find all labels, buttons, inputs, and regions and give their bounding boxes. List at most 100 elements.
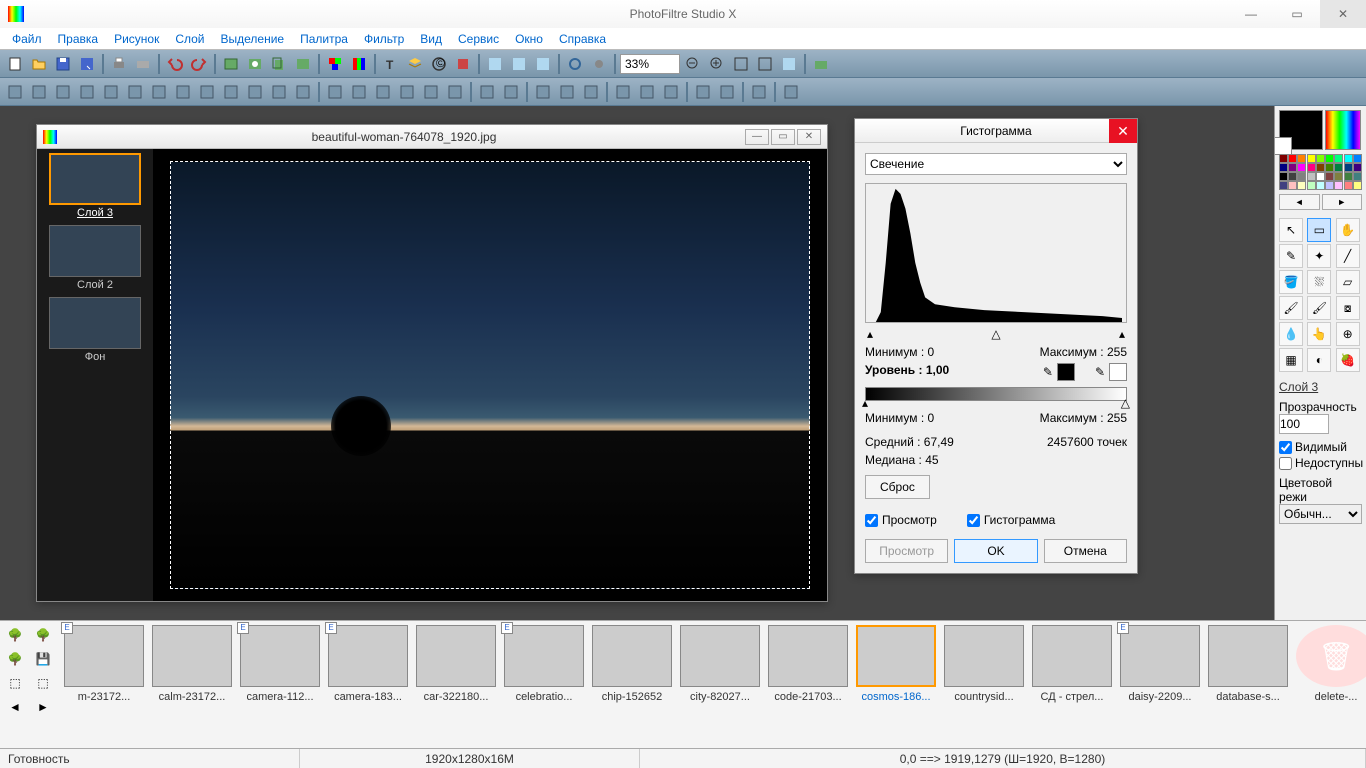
wand-tool[interactable]: ✦: [1307, 244, 1331, 268]
zoom-input[interactable]: [620, 54, 680, 74]
line-tool[interactable]: ╱: [1336, 244, 1360, 268]
manager-button[interactable]: [810, 53, 832, 75]
gamma-minus-button[interactable]: [52, 81, 74, 103]
grid-button[interactable]: [324, 81, 346, 103]
filmstrip-item[interactable]: code-21703...: [768, 625, 848, 744]
canvas-size-button[interactable]: [244, 53, 266, 75]
fs-tool-folder-icon[interactable]: 🌳: [32, 625, 54, 645]
minimize-button[interactable]: —: [1228, 0, 1274, 28]
layer-thumb[interactable]: Слой 2: [41, 225, 149, 291]
hist-minus-button[interactable]: [148, 81, 170, 103]
eyedropper-tool[interactable]: ✎: [1279, 244, 1303, 268]
blur-tool[interactable]: 💧: [1279, 322, 1303, 346]
drop-button[interactable]: [532, 81, 554, 103]
palette-swatch[interactable]: [1353, 154, 1362, 163]
locked-checkbox[interactable]: Недоступны: [1279, 456, 1362, 470]
filmstrip-item[interactable]: calm-23172...: [152, 625, 232, 744]
filmstrip-item[interactable]: chip-152652: [592, 625, 672, 744]
fs-tool-refresh-icon[interactable]: 🌳: [4, 649, 26, 669]
rgb-button[interactable]: [324, 53, 346, 75]
image-size-button[interactable]: [220, 53, 242, 75]
fs-tool-select-icon[interactable]: ⬚: [4, 673, 26, 693]
menu-сервис[interactable]: Сервис: [450, 32, 507, 46]
palette-swatch[interactable]: [1325, 172, 1334, 181]
palette-swatch[interactable]: [1288, 154, 1297, 163]
histogram-close-button[interactable]: ✕: [1109, 119, 1137, 143]
zoom-fit-button[interactable]: [730, 53, 752, 75]
menu-вид[interactable]: Вид: [412, 32, 450, 46]
emboss2-button[interactable]: [580, 81, 602, 103]
filmstrip-item[interactable]: Edaisy-2209...: [1120, 625, 1200, 744]
brush-tool[interactable]: 🖌: [1279, 296, 1303, 320]
gray-button[interactable]: [196, 81, 218, 103]
settings-button[interactable]: [588, 53, 610, 75]
preview-button[interactable]: Просмотр: [865, 539, 948, 563]
white-point-swatch[interactable]: [1109, 363, 1127, 381]
filter-b-button[interactable]: [508, 53, 530, 75]
palette-swatch[interactable]: [1325, 163, 1334, 172]
layer-thumb[interactable]: Слой 3: [41, 153, 149, 219]
pointer-tool[interactable]: ↖: [1279, 218, 1303, 242]
layer-manager-button[interactable]: [404, 53, 426, 75]
grid2-button[interactable]: [348, 81, 370, 103]
fullscreen-button[interactable]: [778, 53, 800, 75]
fs-tool-selall-icon[interactable]: ⬚: [32, 673, 54, 693]
palette-swatch[interactable]: [1353, 172, 1362, 181]
doc-minimize-button[interactable]: —: [745, 129, 769, 145]
filmstrip-item[interactable]: city-82027...: [680, 625, 760, 744]
ok-button[interactable]: OK: [954, 539, 1037, 563]
doc-maximize-button[interactable]: ▭: [771, 129, 795, 145]
palette-swatch[interactable]: [1297, 163, 1306, 172]
palette-swatch[interactable]: [1334, 163, 1343, 172]
bucket-tool[interactable]: 🪣: [1279, 270, 1303, 294]
palette-swatch[interactable]: [1344, 163, 1353, 172]
palette-swatch[interactable]: [1297, 181, 1306, 190]
opacity-input[interactable]: [1279, 414, 1329, 434]
paste-button[interactable]: [292, 53, 314, 75]
variation-button[interactable]: [612, 81, 634, 103]
zoom-out-button[interactable]: [682, 53, 704, 75]
plugin-button[interactable]: [452, 53, 474, 75]
menu-выделение[interactable]: Выделение: [213, 32, 293, 46]
palette-swatch[interactable]: [1316, 154, 1325, 163]
filmstrip-item[interactable]: Ecamera-183...: [328, 625, 408, 744]
stamp-tool[interactable]: ⧇: [1336, 296, 1360, 320]
old-button[interactable]: [780, 81, 802, 103]
menu-палитра[interactable]: Палитра: [292, 32, 356, 46]
dust2-button[interactable]: [396, 81, 418, 103]
cancel-button[interactable]: Отмена: [1044, 539, 1127, 563]
undo-button[interactable]: [164, 53, 186, 75]
palette-swatch[interactable]: [1316, 163, 1325, 172]
menu-правка[interactable]: Правка: [50, 32, 107, 46]
palette-swatch[interactable]: [1297, 154, 1306, 163]
colormode-select[interactable]: Обычн...: [1279, 504, 1362, 524]
palette-swatch[interactable]: [1307, 172, 1316, 181]
zoom-in-button[interactable]: [706, 53, 728, 75]
preview-checkbox[interactable]: Просмотр: [865, 513, 937, 527]
histogram-titlebar[interactable]: Гистограмма ✕: [855, 119, 1137, 143]
maximize-button[interactable]: ▭: [1274, 0, 1320, 28]
fs-tool-tree-icon[interactable]: 🌳: [4, 625, 26, 645]
palette-swatch[interactable]: [1279, 181, 1288, 190]
new-button[interactable]: [4, 53, 26, 75]
palette-swatch[interactable]: [1307, 154, 1316, 163]
filmstrip-item[interactable]: countrysid...: [944, 625, 1024, 744]
gradient-tool[interactable]: ◐: [1307, 348, 1331, 372]
gamma-plus-button[interactable]: [76, 81, 98, 103]
spray-tool[interactable]: ⛆: [1307, 270, 1331, 294]
menu-слой[interactable]: Слой: [167, 32, 212, 46]
canvas-area[interactable]: [153, 149, 827, 601]
layer-thumb[interactable]: Фон: [41, 297, 149, 363]
black-point-swatch[interactable]: [1057, 363, 1075, 381]
histogram-checkbox[interactable]: Гистограмма: [967, 513, 1055, 527]
fs-tool-save-icon[interactable]: 💾: [32, 649, 54, 669]
palette-swatch[interactable]: [1307, 163, 1316, 172]
canvas[interactable]: [170, 161, 810, 589]
filmstrip-item[interactable]: 🗑delete-...: [1296, 625, 1366, 744]
channels-button[interactable]: [348, 53, 370, 75]
text-button[interactable]: T: [380, 53, 402, 75]
filter-c-button[interactable]: [532, 53, 554, 75]
doc-close-button[interactable]: ✕: [797, 129, 821, 145]
save-button[interactable]: [52, 53, 74, 75]
relief-button[interactable]: [476, 81, 498, 103]
